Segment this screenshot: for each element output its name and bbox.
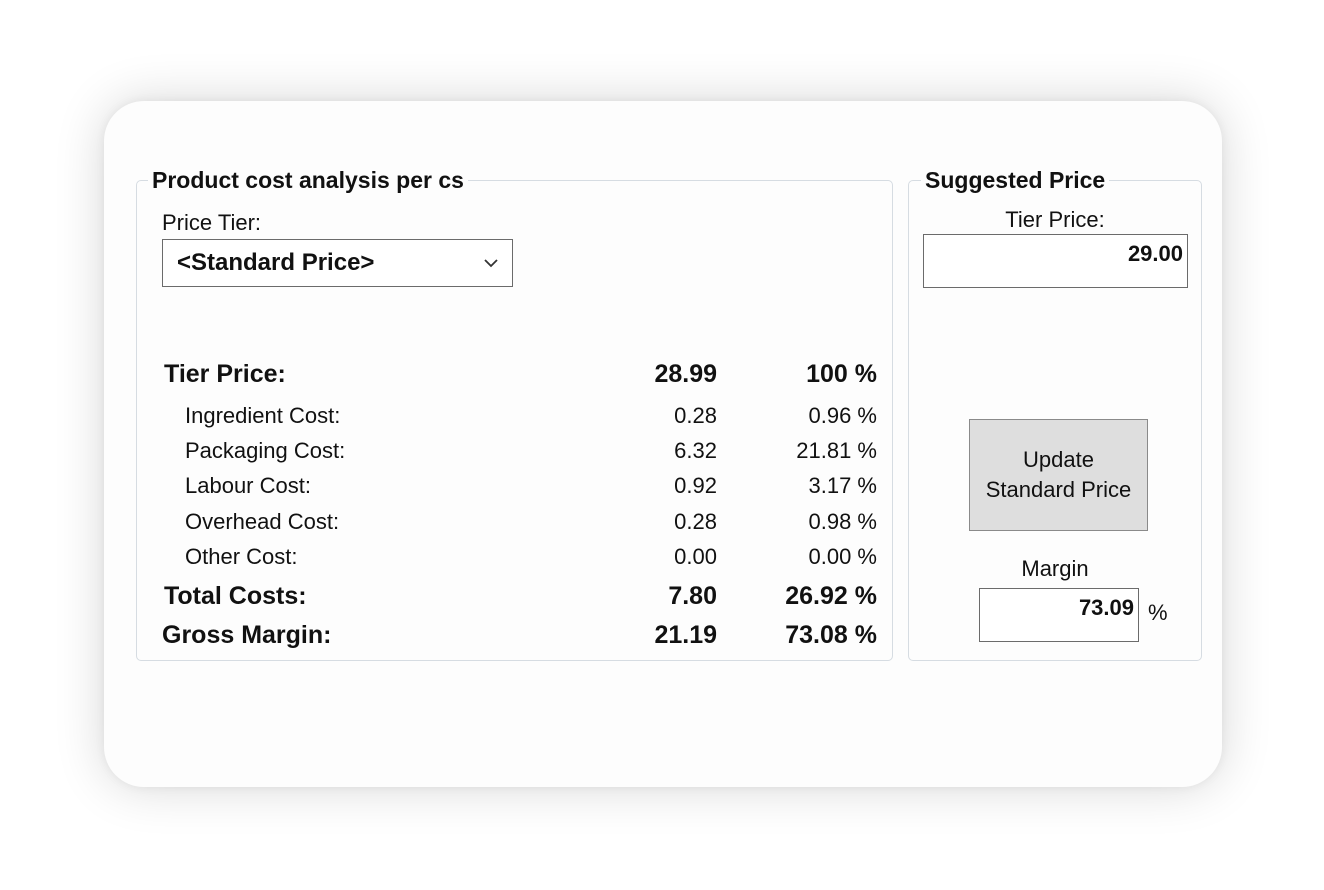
- total-costs-value: 7.80: [668, 582, 717, 610]
- labour-cost-value: 0.92: [674, 473, 717, 498]
- other-cost-row: Other Cost: 0.00 0.00 %: [137, 544, 892, 580]
- chevron-down-icon: [484, 259, 498, 268]
- gross-margin-value: 21.19: [654, 621, 717, 649]
- suggested-price-title: Suggested Price: [921, 167, 1110, 193]
- ingredient-cost-value: 0.28: [674, 403, 717, 428]
- product-cost-analysis-group: Product cost analysis per cs Price Tier:…: [136, 167, 893, 661]
- packaging-cost-value: 6.32: [674, 438, 717, 463]
- margin-percent-unit: %: [1148, 600, 1168, 625]
- tier-price-row: Tier Price: 28.99 100 %: [137, 359, 892, 395]
- gross-margin-label: Gross Margin:: [162, 621, 332, 649]
- gross-margin-percent: 73.08 %: [785, 621, 877, 649]
- total-costs-label: Total Costs:: [164, 582, 307, 610]
- price-tier-label: Price Tier:: [162, 210, 262, 235]
- update-standard-price-button[interactable]: Update Standard Price: [969, 419, 1148, 531]
- total-costs-row: Total Costs: 7.80 26.92 %: [137, 581, 892, 617]
- packaging-cost-label: Packaging Cost:: [185, 438, 346, 463]
- update-button-line1: Update: [1023, 447, 1094, 472]
- price-tier-select[interactable]: <Standard Price>: [162, 239, 513, 287]
- labour-cost-label: Labour Cost:: [185, 473, 311, 498]
- margin-label: Margin: [1021, 556, 1089, 581]
- ingredient-cost-label: Ingredient Cost:: [185, 403, 341, 428]
- tier-price-label: Tier Price:: [164, 360, 286, 388]
- other-cost-percent: 0.00 %: [808, 544, 878, 569]
- overhead-cost-value: 0.28: [674, 509, 717, 534]
- overhead-cost-row: Overhead Cost: 0.28 0.98 %: [137, 509, 892, 545]
- cost-analysis-panel: Product cost analysis per cs Price Tier:…: [104, 101, 1222, 787]
- other-cost-label: Other Cost:: [185, 544, 298, 569]
- other-cost-value: 0.00: [674, 544, 717, 569]
- packaging-cost-row: Packaging Cost: 6.32 21.81 %: [137, 438, 892, 474]
- total-costs-percent: 26.92 %: [785, 582, 877, 610]
- packaging-cost-percent: 21.81 %: [796, 438, 877, 463]
- suggested-price-group: Suggested Price Tier Price: 29.00 Update…: [908, 167, 1202, 661]
- suggested-tier-price-input[interactable]: 29.00: [923, 234, 1188, 288]
- suggested-tier-price-value: 29.00: [1127, 241, 1183, 266]
- ingredient-cost-row: Ingredient Cost: 0.28 0.96 %: [137, 403, 892, 439]
- margin-input[interactable]: 73.09: [979, 588, 1139, 642]
- labour-cost-percent: 3.17 %: [808, 473, 878, 498]
- margin-value: 73.09: [1078, 595, 1134, 620]
- update-button-line2: Standard Price: [985, 477, 1132, 502]
- overhead-cost-percent: 0.98 %: [808, 509, 878, 534]
- gross-margin-row: Gross Margin: 21.19 73.08 %: [137, 620, 892, 656]
- tier-price-value: 28.99: [654, 360, 717, 388]
- price-tier-selected-value: <Standard Price>: [177, 249, 375, 276]
- tier-price-percent: 100 %: [806, 360, 877, 388]
- product-cost-analysis-title: Product cost analysis per cs: [148, 167, 468, 193]
- suggested-tier-price-label: Tier Price:: [1005, 207, 1105, 232]
- labour-cost-row: Labour Cost: 0.92 3.17 %: [137, 473, 892, 509]
- overhead-cost-label: Overhead Cost:: [185, 509, 340, 534]
- ingredient-cost-percent: 0.96 %: [808, 403, 878, 428]
